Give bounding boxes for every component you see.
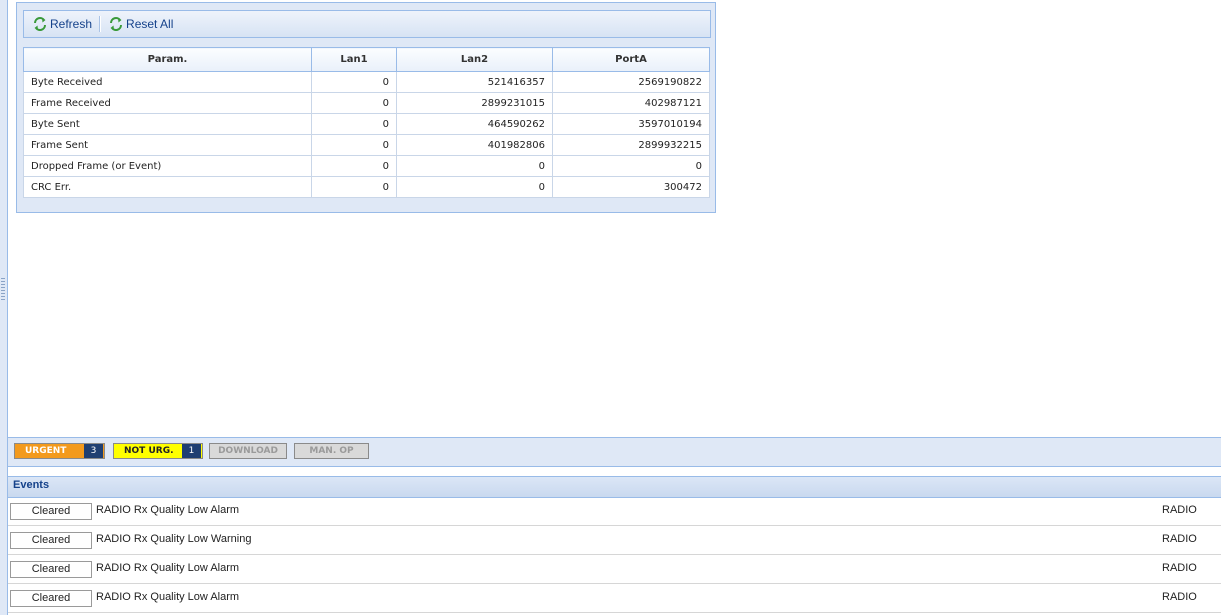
download-button[interactable]: DOWNLOAD (209, 443, 287, 459)
lan2-cell: 521416357 (396, 71, 553, 93)
event-source: RADIO (1162, 562, 1197, 574)
lan2-cell: 0 (396, 155, 553, 177)
lan2-cell: 401982806 (396, 134, 553, 156)
list-item[interactable]: Cleared RADIO Rx Quality Low Alarm RADIO (8, 497, 1221, 526)
lan2-cell: 464590262 (396, 113, 553, 135)
urgent-count-badge: 3 (84, 444, 103, 458)
alarm-tab-strip: URGENT 3 NOT URG. 1 DOWNLOAD MAN. OP (8, 437, 1221, 467)
event-description: RADIO Rx Quality Low Alarm (96, 562, 240, 574)
urgent-alarms-button[interactable]: URGENT 3 (14, 443, 105, 459)
param-cell: Frame Sent (23, 134, 312, 156)
event-status-badge: Cleared (10, 503, 92, 520)
lan1-cell: 0 (311, 113, 397, 135)
list-item[interactable]: Cleared RADIO Rx Quality Low Warning RAD… (8, 526, 1221, 555)
list-item[interactable]: Cleared RADIO Rx Quality Low Alarm RADIO (8, 584, 1221, 613)
urgent-label: URGENT (25, 446, 67, 456)
man-op-button[interactable]: MAN. OP (294, 443, 369, 459)
table-row: Byte Received 0 521416357 2569190822 (23, 71, 710, 93)
column-header-porta[interactable]: PortA (552, 47, 710, 72)
event-status-badge: Cleared (10, 532, 92, 549)
table-row: Dropped Frame (or Event) 0 0 0 (23, 155, 710, 177)
event-source: RADIO (1162, 591, 1197, 603)
toolbar-separator (99, 16, 102, 32)
porta-cell: 2569190822 (552, 71, 710, 93)
param-cell: Byte Sent (23, 113, 312, 135)
lan1-cell: 0 (311, 92, 397, 114)
column-header-param[interactable]: Param. (23, 47, 312, 72)
porta-cell: 3597010194 (552, 113, 710, 135)
refresh-label: Refresh (50, 17, 93, 31)
lan2-cell: 2899231015 (396, 92, 553, 114)
left-splitter[interactable] (0, 0, 8, 615)
statistics-toolbar: Refresh Reset All (23, 10, 711, 38)
event-description: RADIO Rx Quality Low Alarm (96, 504, 240, 516)
reset-icon (110, 17, 123, 31)
list-item[interactable]: Cleared RADIO Rx Quality Low Alarm RADIO (8, 555, 1221, 584)
event-description: RADIO Rx Quality Low Alarm (96, 591, 240, 603)
download-label: DOWNLOAD (218, 446, 278, 456)
refresh-icon (34, 17, 46, 31)
not-urgent-alarms-button[interactable]: NOT URG. 1 (113, 443, 203, 459)
event-source: RADIO (1162, 504, 1197, 516)
events-list: Cleared RADIO Rx Quality Low Alarm RADIO… (8, 497, 1221, 613)
porta-cell: 300472 (552, 176, 710, 198)
param-cell: Dropped Frame (or Event) (23, 155, 312, 177)
reset-all-button[interactable]: Reset All (104, 14, 177, 34)
porta-cell: 0 (552, 155, 710, 177)
table-row: Frame Sent 0 401982806 2899932215 (23, 134, 710, 156)
param-cell: Byte Received (23, 71, 312, 93)
event-status-badge: Cleared (10, 590, 92, 607)
event-source: RADIO (1162, 533, 1197, 545)
lan1-cell: 0 (311, 155, 397, 177)
table-row: Frame Received 0 2899231015 402987121 (23, 92, 710, 114)
events-panel-header: Events (8, 476, 1221, 498)
man-op-label: MAN. OP (309, 446, 354, 456)
table-row: Byte Sent 0 464590262 3597010194 (23, 113, 710, 135)
lan2-cell: 0 (396, 176, 553, 198)
statistics-table: Param. Lan1 Lan2 PortA Byte Received 0 5… (23, 47, 710, 198)
refresh-button[interactable]: Refresh (28, 14, 96, 34)
event-description: RADIO Rx Quality Low Warning (96, 533, 252, 545)
statistics-panel: Refresh Reset All Param. Lan1 Lan2 PortA (16, 2, 716, 213)
param-cell: Frame Received (23, 92, 312, 114)
splitter-grip[interactable] (1, 278, 5, 300)
table-row: CRC Err. 0 0 300472 (23, 176, 710, 198)
events-title: Events (13, 479, 50, 491)
lan1-cell: 0 (311, 134, 397, 156)
param-cell: CRC Err. (23, 176, 312, 198)
lan1-cell: 0 (311, 176, 397, 198)
table-header-row: Param. Lan1 Lan2 PortA (23, 47, 710, 72)
porta-cell: 2899932215 (552, 134, 710, 156)
lan1-cell: 0 (311, 71, 397, 93)
event-status-badge: Cleared (10, 561, 92, 578)
column-header-lan2[interactable]: Lan2 (396, 47, 553, 72)
column-header-lan1[interactable]: Lan1 (311, 47, 397, 72)
reset-all-label: Reset All (126, 17, 174, 31)
not-urgent-count-badge: 1 (182, 444, 201, 458)
porta-cell: 402987121 (552, 92, 710, 114)
not-urgent-label: NOT URG. (124, 446, 174, 456)
